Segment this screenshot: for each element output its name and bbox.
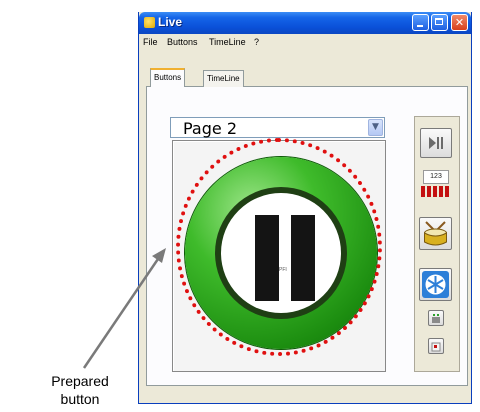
app-icon	[144, 17, 155, 28]
button-caption: PFI	[279, 267, 287, 273]
annotation-line-1: Prepared	[51, 373, 109, 389]
clip-icon	[432, 314, 440, 323]
window-title: Live	[158, 15, 183, 29]
tab-timeline[interactable]: TimeLine	[203, 70, 244, 87]
tab-buttons[interactable]: Buttons	[150, 68, 186, 87]
drum-icon	[424, 221, 447, 246]
play-pause-icon	[429, 137, 443, 149]
title-bar[interactable]: Live ✕	[139, 12, 471, 34]
menu-bar: File Buttons TimeLine ?	[139, 34, 471, 52]
menu-help[interactable]: ?	[254, 37, 259, 47]
annotation-label: Prepared button	[40, 372, 120, 408]
page-select-value: Page 2	[183, 119, 237, 138]
menu-buttons[interactable]: Buttons	[167, 37, 198, 47]
play-pause-button[interactable]	[420, 128, 452, 158]
chevron-down-icon[interactable]: ▼	[368, 119, 383, 136]
button-face	[221, 193, 341, 313]
snowflake-icon	[422, 271, 449, 298]
small-button-a[interactable]	[428, 310, 444, 326]
menu-file[interactable]: File	[143, 37, 158, 47]
close-button[interactable]: ✕	[451, 14, 468, 31]
button-grid: PFI	[172, 140, 386, 372]
pause-icon	[255, 215, 279, 301]
pause-icon-bar	[291, 215, 315, 301]
page-select[interactable]: Page 2 ▼	[170, 117, 385, 138]
level-meter-icon	[421, 186, 449, 197]
maximize-button[interactable]	[431, 14, 448, 31]
minimize-button[interactable]	[412, 14, 429, 31]
snowflake-button[interactable]	[419, 268, 452, 301]
prepared-pause-button[interactable]: PFI	[185, 157, 377, 349]
tile-icon	[431, 342, 441, 352]
counter-display: 123	[423, 170, 449, 184]
drum-button[interactable]	[419, 217, 452, 250]
small-button-b[interactable]	[428, 338, 444, 354]
annotation-line-2: button	[60, 391, 100, 407]
menu-timeline[interactable]: TimeLine	[209, 37, 246, 47]
